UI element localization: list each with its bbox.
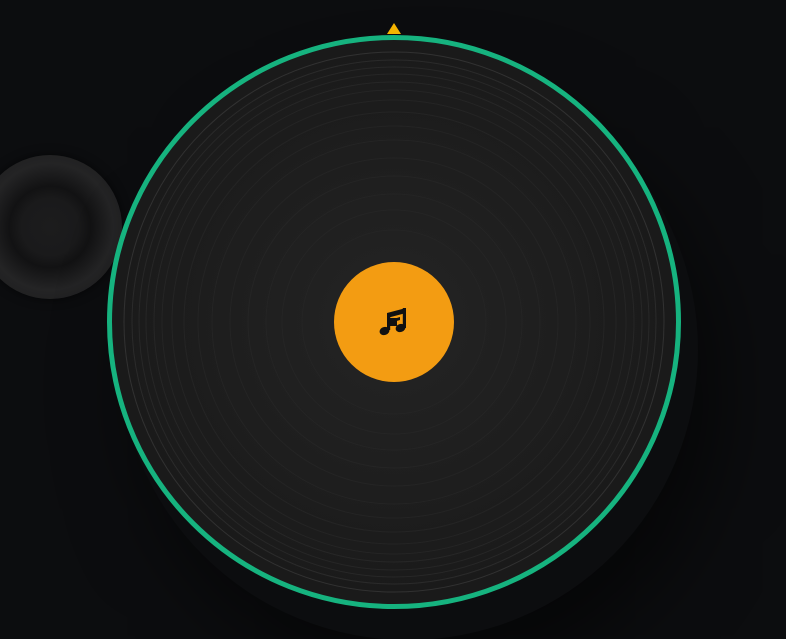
vinyl-record[interactable]: [107, 35, 681, 609]
triangle-pointer-icon: [387, 23, 401, 34]
app-title: [0, 0, 1, 1]
record-label[interactable]: [334, 262, 454, 382]
turntable-stage: [0, 0, 786, 639]
music-note-icon: [379, 308, 406, 336]
side-knob[interactable]: [0, 155, 122, 299]
